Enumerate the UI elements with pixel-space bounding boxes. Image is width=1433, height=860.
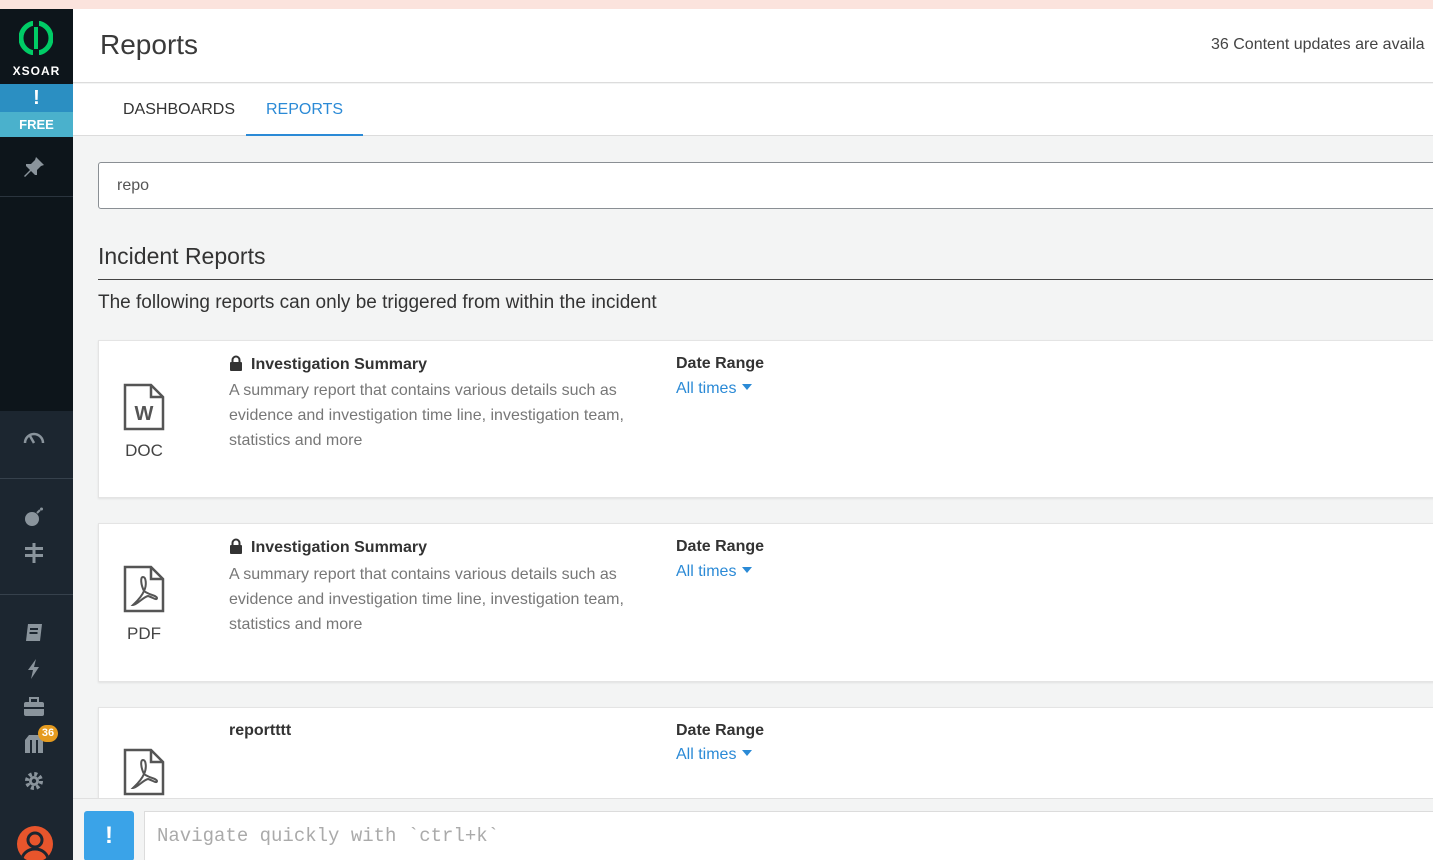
sidebar-divider — [0, 594, 73, 595]
report-card[interactable]: PDF Investigation Summary A summary repo… — [98, 523, 1433, 682]
dashboard-gauge-icon[interactable] — [22, 427, 46, 451]
section-subtitle: The following reports can only be trigge… — [98, 292, 657, 313]
caret-down-icon — [742, 384, 753, 390]
cli-bar: ! — [73, 798, 1433, 860]
report-title[interactable]: reportttt — [229, 722, 291, 740]
file-format-label: DOC — [125, 441, 163, 460]
date-range-label: Date Range — [676, 722, 765, 739]
date-range-value: All times — [676, 563, 737, 580]
incidents-bomb-icon[interactable] — [22, 505, 46, 529]
svg-text:W: W — [135, 403, 154, 425]
date-range-value: All times — [676, 746, 737, 763]
lock-icon — [230, 538, 242, 554]
cli-toggle-button[interactable]: ! — [84, 811, 134, 860]
search-input[interactable] — [98, 162, 1433, 209]
jobs-briefcase-icon[interactable] — [22, 695, 46, 719]
automation-bolt-icon[interactable] — [22, 657, 46, 681]
section-title: Incident Reports — [98, 243, 266, 269]
pin-icon[interactable] — [22, 155, 46, 179]
report-title[interactable]: Investigation Summary — [229, 355, 427, 374]
playbooks-book-icon[interactable] — [22, 621, 46, 645]
lock-icon — [230, 355, 242, 371]
top-notification-strip — [0, 0, 1433, 9]
date-range-label: Date Range — [676, 355, 765, 372]
tab-bar: DASHBOARDS REPORTS — [73, 84, 1433, 136]
report-title-text: Investigation Summary — [251, 356, 428, 373]
sidebar-divider — [0, 478, 73, 479]
pin-menu[interactable] — [0, 137, 73, 197]
content-updates-notice[interactable]: 36 Content updates are availa — [1211, 36, 1424, 54]
date-range-dropdown[interactable]: All times — [676, 563, 753, 581]
report-title[interactable]: Investigation Summary — [229, 538, 427, 557]
page-title: Reports — [100, 29, 199, 60]
user-avatar[interactable] — [17, 826, 53, 860]
caret-down-icon — [742, 567, 753, 573]
logo[interactable]: XSOAR — [0, 9, 73, 84]
report-description: A summary report that contains various d… — [229, 382, 624, 449]
date-range-dropdown[interactable]: All times — [676, 746, 753, 764]
report-description: A summary report that contains various d… — [229, 566, 624, 633]
report-card[interactable]: W DOC Investigation Summary A summary re… — [98, 340, 1433, 498]
logo-text: XSOAR — [12, 64, 61, 78]
cli-input[interactable] — [144, 811, 1433, 860]
tab-dashboards[interactable]: DASHBOARDS — [103, 84, 255, 136]
marketplace-updates-badge: 36 — [38, 725, 58, 742]
settings-gear-icon[interactable] — [22, 769, 46, 793]
tab-reports[interactable]: REPORTS — [246, 84, 364, 136]
caret-down-icon — [742, 750, 753, 756]
word-doc-icon: W — [123, 383, 165, 431]
user-icon — [20, 831, 50, 860]
section-divider — [98, 279, 1433, 280]
alert-button[interactable]: ! — [0, 84, 73, 112]
date-range-value: All times — [676, 380, 737, 397]
sidebar-spacer — [0, 197, 73, 411]
sidebar: XSOAR ! FREE 36 — [0, 9, 73, 860]
page-header: Reports 36 Content updates are availa — [73, 9, 1433, 83]
report-title-text: Investigation Summary — [251, 539, 428, 556]
xsoar-logo-icon — [19, 21, 53, 55]
free-edition-badge[interactable]: FREE — [0, 112, 73, 137]
date-range-label: Date Range — [676, 538, 765, 555]
indicators-icon[interactable] — [22, 541, 46, 565]
date-range-dropdown[interactable]: All times — [676, 380, 753, 398]
pdf-icon — [123, 748, 165, 796]
file-format-label: PDF — [127, 624, 161, 643]
pdf-icon — [123, 565, 165, 613]
